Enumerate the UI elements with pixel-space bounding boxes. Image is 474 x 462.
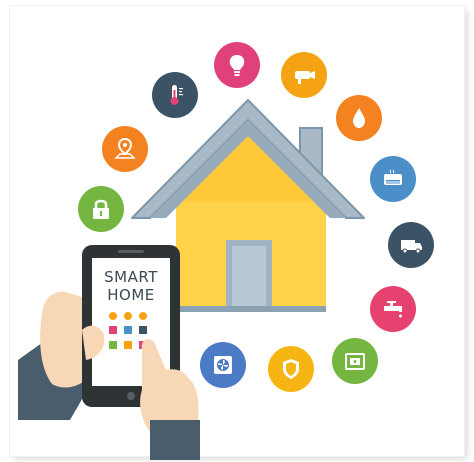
fan-icon[interactable] xyxy=(200,342,246,388)
lightbulb-icon[interactable] xyxy=(214,42,260,88)
security-camera-icon[interactable] xyxy=(281,52,327,98)
phone-home-button xyxy=(127,392,135,400)
phone-text-home: HOME xyxy=(107,286,155,304)
right-sleeve xyxy=(150,420,200,460)
map-pin-icon[interactable] xyxy=(102,126,148,172)
shield-icon[interactable] xyxy=(268,346,314,392)
safe-box-icon[interactable] xyxy=(332,338,378,384)
phone-speaker xyxy=(118,250,144,253)
water-tap-icon[interactable] xyxy=(370,286,416,332)
air-conditioner-icon[interactable] xyxy=(370,156,416,202)
padlock-icon[interactable] xyxy=(78,186,124,232)
phone-text-smart: SMART xyxy=(104,268,158,286)
smart-home-illustration: SMART HOME xyxy=(0,0,474,462)
water-drop-icon[interactable] xyxy=(336,95,382,141)
delivery-truck-icon[interactable] xyxy=(388,222,434,268)
thermometer-icon[interactable] xyxy=(152,72,198,118)
